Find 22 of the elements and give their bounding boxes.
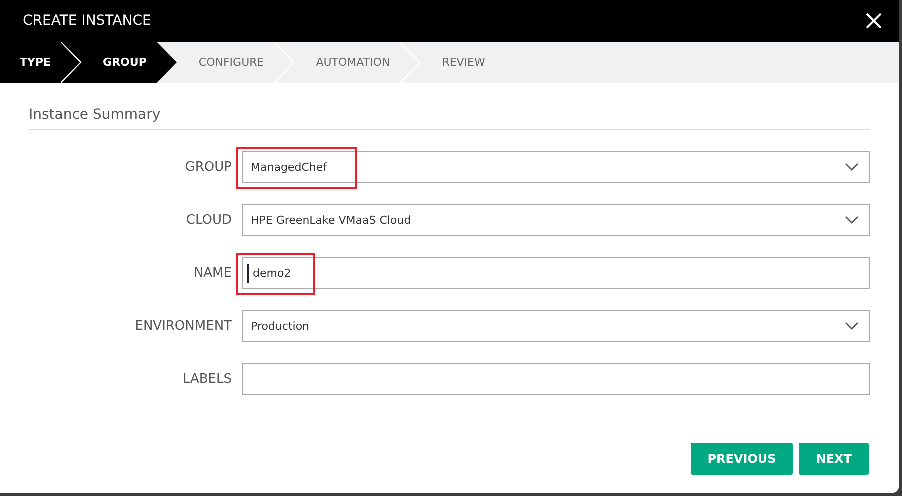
field-value: HPE GreenLake VMaaS Cloud	[251, 214, 412, 226]
field-label: GROUP	[184, 160, 233, 174]
section-title: Instance Summary	[29, 107, 162, 123]
field-value: Production	[251, 320, 310, 332]
wizard-step[interactable]: GROUP	[83, 42, 179, 83]
input-field[interactable]: demo2	[242, 257, 870, 289]
wizard-step[interactable]: TYPE	[0, 42, 84, 83]
input-field[interactable]	[242, 363, 870, 395]
caret-icon	[845, 216, 859, 224]
dropdown-field[interactable]: HPE GreenLake VMaaS Cloud	[242, 204, 870, 236]
window-title: CREATE INSTANCE	[23, 13, 152, 29]
field-value: demo2	[253, 266, 292, 280]
caret-icon	[845, 322, 859, 330]
field-label: NAME	[192, 266, 233, 280]
caret-icon	[845, 163, 859, 171]
field-label: CLOUD	[185, 212, 233, 228]
field-label: ENVIRONMENT	[134, 318, 233, 334]
field-value: ManagedChef	[251, 160, 327, 174]
dropdown-field[interactable]: Production	[242, 310, 870, 342]
close-icon[interactable]	[866, 13, 882, 29]
field-label: LABELS	[182, 372, 233, 386]
dropdown-field[interactable]: ManagedChef	[242, 151, 870, 183]
